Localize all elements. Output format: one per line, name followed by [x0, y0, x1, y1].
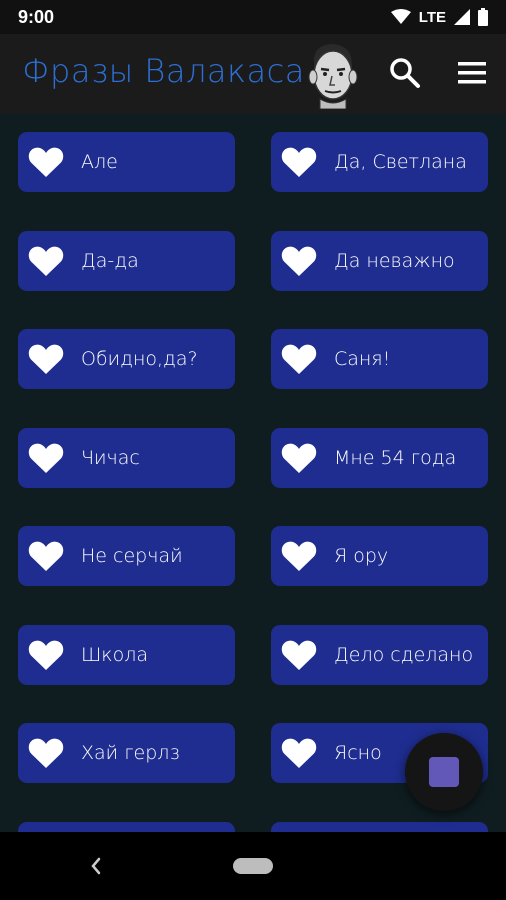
heart-icon	[281, 443, 317, 473]
phrase-button[interactable]: Хай герлз	[18, 723, 235, 783]
back-icon[interactable]	[86, 856, 106, 876]
phrase-button[interactable]: Да-да	[18, 230, 235, 291]
phrase-button[interactable]: Да, Светлана	[271, 132, 488, 192]
phrase-button[interactable]: Школа	[18, 624, 235, 685]
phrase-button[interactable]: Мне 54 года	[271, 427, 488, 488]
phrase-label: Але	[81, 151, 118, 173]
network-type: LTE	[418, 8, 446, 26]
phrase-label: Не серчай	[81, 545, 183, 567]
phrase-button[interactable]: Дело сделано	[271, 624, 488, 685]
heart-icon	[28, 344, 64, 374]
phrase-button[interactable]: Але	[18, 132, 235, 192]
heart-icon	[281, 541, 317, 571]
stop-icon	[429, 757, 459, 787]
wifi-icon	[390, 9, 411, 24]
heart-icon	[281, 344, 317, 374]
stop-button[interactable]	[405, 733, 483, 811]
heart-icon	[281, 738, 317, 768]
status-icons: LTE	[390, 8, 488, 26]
heart-icon	[28, 541, 64, 571]
phrase-button[interactable]	[271, 821, 488, 832]
menu-icon[interactable]	[455, 56, 489, 90]
phrase-label: Да-да	[81, 249, 139, 272]
battery-icon	[478, 8, 488, 26]
status-bar: 9:00 LTE	[0, 0, 506, 34]
phrase-button[interactable]: Не серчай	[18, 526, 235, 586]
heart-icon	[28, 147, 64, 177]
heart-icon	[281, 147, 317, 177]
phrase-button[interactable]: Я ору	[271, 526, 488, 586]
phrase-label: Хай герлз	[81, 742, 180, 764]
heart-icon	[281, 246, 317, 276]
search-icon[interactable]	[388, 56, 422, 90]
phrase-label: Дело сделано	[334, 643, 474, 666]
phrase-grid: Але Да, Светлана Да-да Да неважно Обидно,да?…	[18, 132, 488, 832]
phrase-button[interactable]: Да неважно	[271, 230, 488, 291]
home-pill[interactable]	[233, 858, 273, 874]
heart-icon	[281, 640, 317, 670]
app-bar: Фразы Валакаса	[0, 34, 506, 114]
navigation-bar	[0, 832, 506, 900]
phrase-button[interactable]: Обидно,да?	[18, 329, 235, 389]
heart-icon	[28, 640, 64, 670]
phrase-label: Да, Светлана	[334, 151, 467, 173]
heart-icon	[28, 246, 64, 276]
heart-icon	[28, 738, 64, 768]
heart-icon	[28, 443, 64, 473]
signal-icon	[454, 9, 470, 25]
phrase-button[interactable]: Чичас	[18, 427, 235, 488]
phrase-label: Саня!	[334, 348, 391, 370]
phrase-label: Обидно,да?	[81, 348, 198, 370]
app-title: Фразы Валакаса	[22, 52, 305, 90]
phrase-label: Да неважно	[334, 249, 455, 272]
phrase-button[interactable]: Саня!	[271, 329, 488, 389]
phrase-label: Школа	[81, 643, 148, 666]
phrase-label: Чичас	[81, 446, 140, 469]
phrase-label: Ясно	[334, 742, 382, 764]
phrase-label: Мне 54 года	[334, 446, 457, 469]
phrase-list: Але Да, Светлана Да-да Да неважно Обидно,да?…	[0, 114, 506, 832]
status-time: 9:00	[18, 6, 55, 27]
phrase-button[interactable]	[18, 821, 235, 832]
avatar-portrait	[308, 44, 358, 109]
phrase-label: Я ору	[334, 545, 389, 567]
